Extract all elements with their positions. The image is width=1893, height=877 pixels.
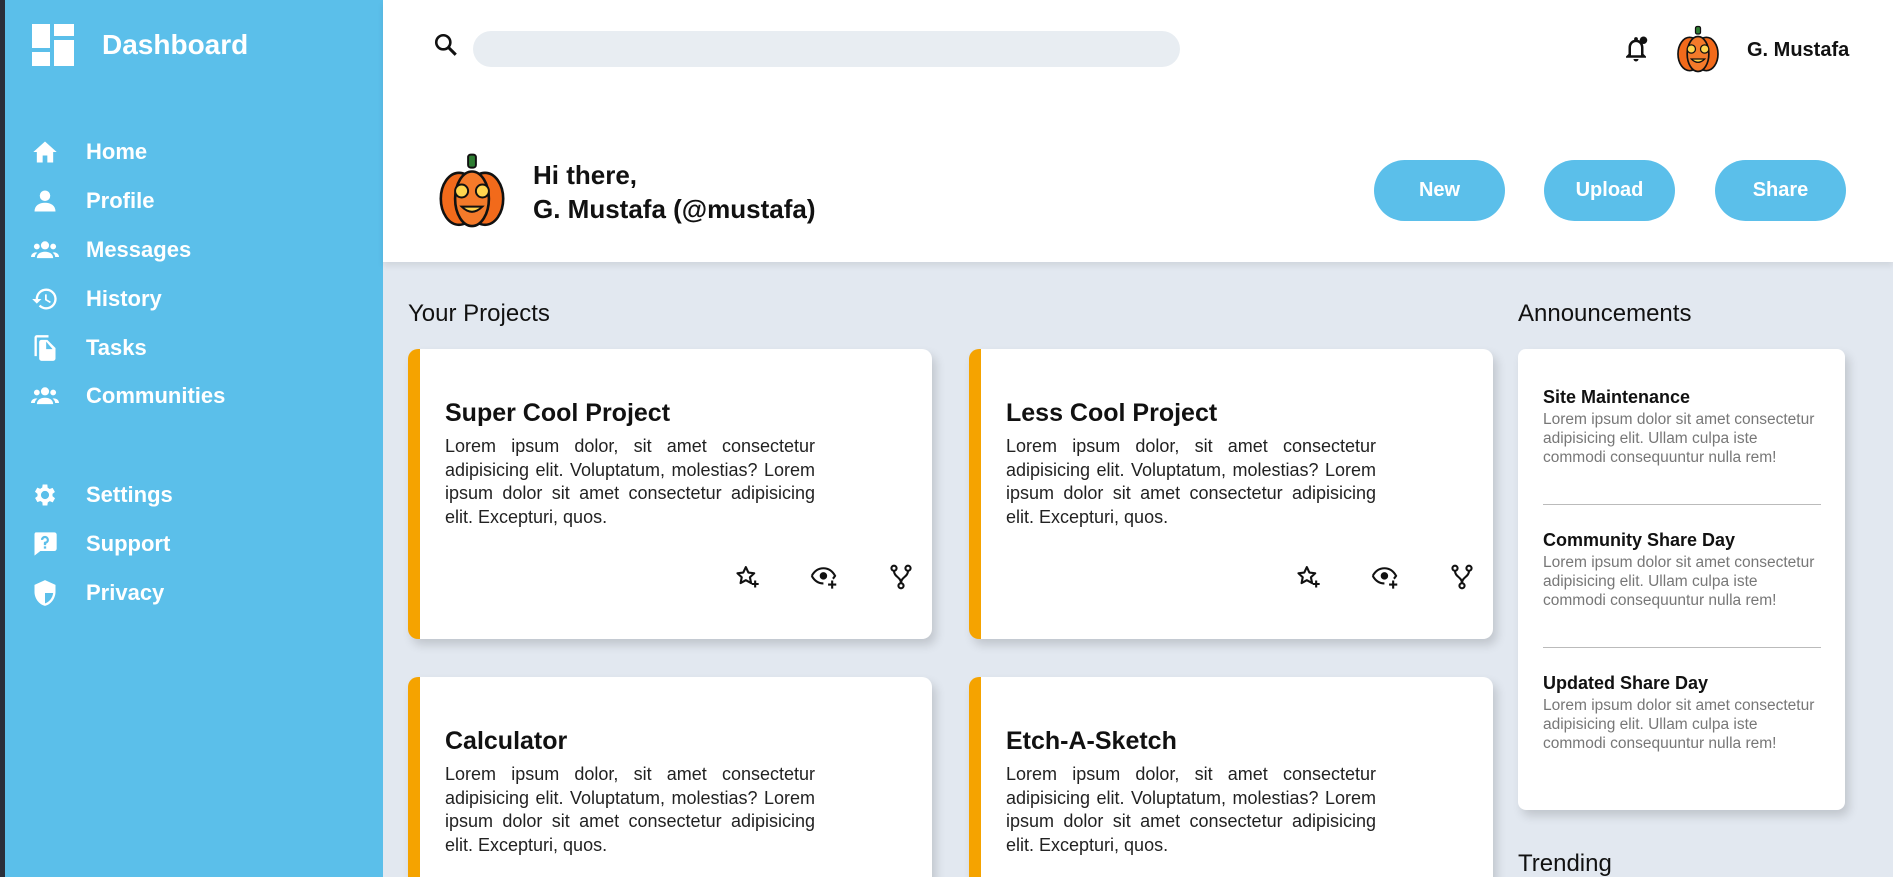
project-title[interactable]: Super Cool Project — [445, 399, 670, 428]
project-card[interactable]: Less Cool Project Lorem ipsum dolor, sit… — [969, 349, 1493, 639]
communities-icon — [28, 381, 62, 411]
sidebar-item-label: Home — [86, 139, 148, 165]
announcement-title: Community Share Day — [1543, 530, 1736, 550]
privacy-icon — [28, 578, 62, 608]
bell-icon[interactable] — [1621, 34, 1651, 64]
star-add-icon[interactable] — [733, 563, 761, 591]
star-add-icon[interactable] — [1294, 563, 1322, 591]
header: G. Mustafa Hi there, G. Mustafa (@mustaf… — [383, 0, 1893, 262]
settings-icon — [28, 480, 62, 510]
sidebar-item-label: Privacy — [86, 579, 165, 605]
search-input[interactable] — [473, 31, 1180, 67]
sidebar: Dashboard Home Profile Messages History … — [0, 0, 383, 877]
sidebar-item-tasks[interactable]: Tasks — [28, 323, 368, 372]
sidebar-item-settings[interactable]: Settings — [28, 471, 368, 520]
sidebar-item-communities[interactable]: Communities — [28, 372, 368, 421]
trending-heading: Trending — [1518, 850, 1612, 877]
announcement-item[interactable]: Site Maintenance Lorem ipsum dolor sit a… — [1543, 387, 1821, 467]
sidebar-item-label: Tasks — [86, 334, 147, 360]
project-card[interactable]: Etch-A-Sketch Lorem ipsum dolor, sit ame… — [969, 677, 1493, 877]
announcement-item[interactable]: Community Share Day Lorem ipsum dolor si… — [1543, 530, 1821, 610]
project-title[interactable]: Etch-A-Sketch — [1006, 727, 1177, 756]
share-button[interactable]: Share — [1715, 160, 1846, 221]
announcements-heading: Announcements — [1518, 300, 1692, 327]
upload-button[interactable]: Upload — [1544, 160, 1675, 221]
project-card[interactable]: Super Cool Project Lorem ipsum dolor, si… — [408, 349, 932, 639]
project-description: Lorem ipsum dolor, sit amet consectetur … — [1006, 436, 1376, 527]
divider — [1543, 647, 1821, 648]
profile-icon — [28, 186, 62, 216]
main-nav: Home Profile Messages History Tasks Comm… — [28, 128, 368, 421]
projects-heading: Your Projects — [408, 300, 550, 327]
sidebar-item-label: History — [86, 285, 162, 311]
sidebar-item-messages[interactable]: Messages — [28, 226, 368, 275]
sidebar-item-history[interactable]: History — [28, 274, 368, 323]
sidebar-item-profile[interactable]: Profile — [28, 177, 368, 226]
sidebar-item-label: Messages — [86, 236, 192, 262]
announcement-body: Lorem ipsum dolor sit amet consectetur a… — [1543, 411, 1815, 466]
sidebar-item-label: Support — [86, 531, 171, 557]
user-name[interactable]: G. Mustafa — [1747, 39, 1849, 62]
project-description: Lorem ipsum dolor, sit amet consectetur … — [445, 436, 815, 527]
announcement-body: Lorem ipsum dolor sit amet consectetur a… — [1543, 554, 1815, 609]
search-icon[interactable] — [433, 32, 459, 58]
new-button[interactable]: New — [1374, 160, 1505, 221]
watch-add-icon[interactable] — [810, 563, 838, 591]
project-title[interactable]: Calculator — [445, 727, 567, 756]
sidebar-item-label: Profile — [86, 188, 155, 214]
secondary-nav: Settings Support Privacy — [28, 471, 368, 617]
brand-title: Dashboard — [102, 29, 249, 60]
announcement-title: Site Maintenance — [1543, 387, 1691, 407]
project-description: Lorem ipsum dolor, sit amet consectetur … — [1006, 764, 1376, 855]
announcements-panel: Site Maintenance Lorem ipsum dolor sit a… — [1518, 349, 1845, 810]
announcement-item[interactable]: Updated Share Day Lorem ipsum dolor sit … — [1543, 673, 1821, 753]
sidebar-item-privacy[interactable]: Privacy — [28, 569, 368, 618]
fork-icon[interactable] — [1448, 563, 1476, 591]
greeting-line: Hi there, — [533, 160, 638, 190]
tasks-icon — [28, 333, 62, 363]
dashboard-icon — [32, 24, 74, 66]
announcement-body: Lorem ipsum dolor sit amet consectetur a… — [1543, 697, 1815, 752]
sidebar-item-label: Communities — [86, 383, 226, 409]
sidebar-item-home[interactable]: Home — [28, 128, 368, 177]
greeting: Hi there, G. Mustafa (@mustafa) — [533, 158, 816, 226]
home-icon — [28, 137, 62, 167]
fork-icon[interactable] — [887, 563, 915, 591]
sidebar-item-label: Settings — [86, 482, 173, 508]
project-title[interactable]: Less Cool Project — [1006, 399, 1217, 428]
greeting-username: G. Mustafa (@mustafa) — [533, 194, 816, 224]
support-icon — [28, 529, 62, 559]
divider — [1543, 504, 1821, 505]
project-description: Lorem ipsum dolor, sit amet consectetur … — [445, 764, 815, 855]
avatar[interactable] — [1673, 24, 1723, 74]
history-icon — [28, 284, 62, 314]
announcement-title: Updated Share Day — [1543, 673, 1709, 693]
sidebar-item-support[interactable]: Support — [28, 520, 368, 569]
watch-add-icon[interactable] — [1371, 563, 1399, 591]
messages-icon — [28, 235, 62, 265]
avatar — [439, 153, 505, 228]
brand[interactable]: Dashboard — [32, 24, 248, 66]
project-card[interactable]: Calculator Lorem ipsum dolor, sit amet c… — [408, 677, 932, 877]
